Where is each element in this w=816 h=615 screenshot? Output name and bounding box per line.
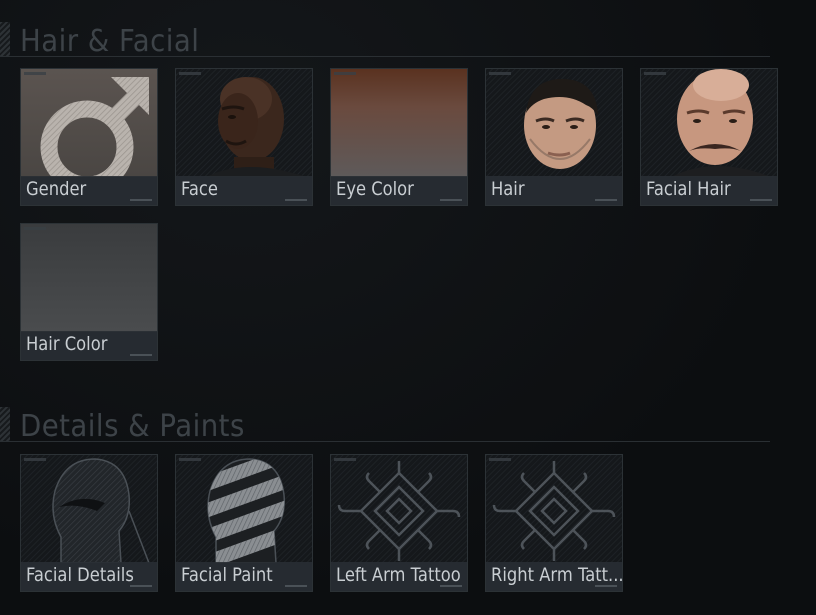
section-marker [0,22,10,56]
tile-left-arm-tattoo[interactable]: Left Arm Tattoo [330,454,468,592]
color-swatch-icon [331,69,467,177]
tile-label: Eye Color [336,178,414,200]
tile-tag [24,72,46,75]
tile-tag [334,458,356,461]
tile-label: Gender [26,178,87,200]
tile-tag [179,72,201,75]
mustache-portrait-icon [671,69,771,177]
tile-facial-paint[interactable]: Facial Paint [175,454,313,592]
tile-tag [179,458,201,461]
tile-tag [24,227,46,230]
tile-fine-print [130,199,152,201]
facial-hair-portrait-art [641,69,777,177]
gender-art [21,69,157,177]
tile-fine-print [285,585,307,587]
tile-label: Face [181,178,218,200]
section-header-hair-facial: Hair & Facial [0,16,770,59]
tile-label: Facial Paint [181,564,273,586]
tile-fine-print [130,354,152,356]
tile-label: Hair Color [26,333,108,355]
tile-fine-print [595,585,617,587]
facial-details-art [21,455,157,563]
tile-tag [489,458,511,461]
tile-face[interactable]: Face [175,68,313,206]
tile-fine-print [285,199,307,201]
tile-gender[interactable]: Gender [20,68,158,206]
tile-fine-print [130,585,152,587]
facial-paint-art [176,455,312,563]
tile-fine-print [750,199,772,201]
tile-tag [334,72,356,75]
color-swatch-icon [21,224,157,332]
section-marker [0,407,10,441]
tile-tag [644,72,666,75]
head-outline-icon [52,458,150,563]
tile-label: Facial Details [26,564,134,586]
tile-facial-hair[interactable]: Facial Hair [640,68,778,206]
left-arm-tattoo-art [331,455,467,563]
tile-eye-color[interactable]: Eye Color [330,68,468,206]
hair-portrait-icon [524,79,598,169]
tile-tag [24,458,46,461]
tile-label: Facial Hair [646,178,731,200]
tile-hair[interactable]: Hair [485,68,623,206]
right-arm-tattoo-art [486,455,622,563]
tile-hair-color[interactable]: Hair Color [20,223,158,361]
tile-label: Left Arm Tattoo [336,564,461,586]
section-header-details-paints: Details & Paints [0,401,770,444]
tile-right-arm-tattoo[interactable]: Right Arm Tatt... [485,454,623,592]
hair-portrait-art [486,69,622,177]
tile-fine-print [595,199,617,201]
section-title: Hair & Facial [20,24,200,59]
male-symbol-icon [40,77,149,177]
customization-screen: Hair & Facial Gender Face Eye Color Hair… [0,0,816,615]
tribal-emblem-icon [492,461,616,561]
face-portrait-icon [206,77,306,177]
tribal-emblem-icon [337,461,461,561]
striped-head-icon [207,458,286,563]
tile-fine-print [440,199,462,201]
tile-label: Right Arm Tatt... [491,564,623,586]
tile-fine-print [440,585,462,587]
face-portrait-art [176,69,312,177]
tile-tag [489,72,511,75]
tile-facial-details[interactable]: Facial Details [20,454,158,592]
tile-label: Hair [491,178,525,200]
section-title: Details & Paints [20,409,245,444]
